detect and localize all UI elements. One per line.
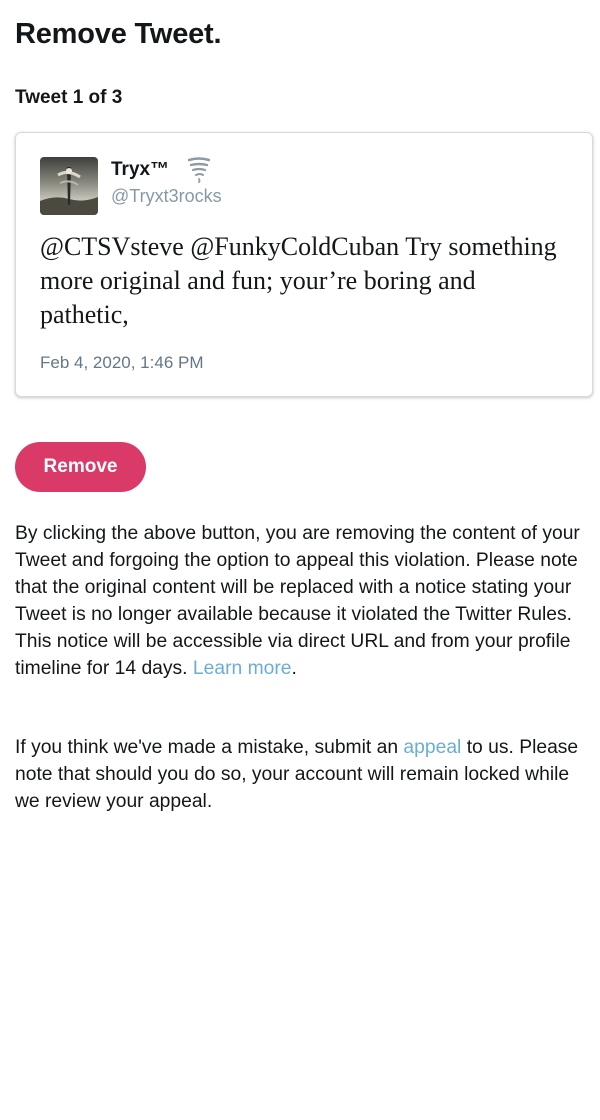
avatar	[40, 157, 98, 215]
appeal-link[interactable]: appeal	[403, 737, 461, 758]
tweet-card: Tryx™ @Tryxt3rocks @CTSVsteve @FunkyCold…	[15, 132, 593, 397]
remove-tweet-page: Remove Tweet. Tweet 1 of 3 Tryx™ @Tryxt3…	[0, 0, 600, 1120]
remove-button[interactable]: Remove	[15, 442, 146, 492]
tweet-counter: Tweet 1 of 3	[15, 87, 123, 108]
page-title: Remove Tweet.	[15, 18, 222, 50]
tweet-timestamp: Feb 4, 2020, 1:46 PM	[40, 353, 204, 372]
tweet-display-name: Tryx™	[111, 159, 170, 180]
removal-notice-text: By clicking the above button, you are re…	[15, 523, 580, 679]
avatar-image	[40, 157, 98, 215]
tornado-icon	[187, 157, 211, 183]
appeal-notice: If you think we've made a mistake, submi…	[15, 734, 595, 815]
removal-notice-period: .	[291, 658, 297, 679]
removal-notice: By clicking the above button, you are re…	[15, 520, 595, 682]
learn-more-link[interactable]: Learn more	[193, 658, 292, 679]
tweet-handle: @Tryxt3rocks	[111, 186, 222, 206]
tweet-text: @CTSVsteve @FunkyColdCuban Try something…	[40, 232, 557, 329]
appeal-notice-text-start: If you think we've made a mistake, submi…	[15, 737, 399, 758]
